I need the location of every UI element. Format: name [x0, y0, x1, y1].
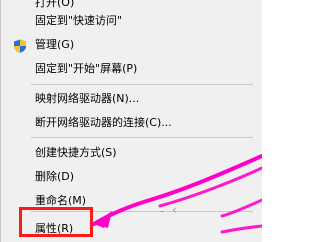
menu-item-label: 管理(G): [35, 38, 75, 51]
menu-item-pin-start[interactable]: 固定到"开始"屏幕(P): [1, 58, 263, 80]
menu-item-label: 固定到"开始"屏幕(P): [35, 62, 138, 75]
menu-item-label: 断开网络驱动器的连接(C)...: [35, 116, 172, 129]
menu-item-label: 映射网络驱动器(N)...: [35, 92, 140, 105]
menu-item-label: 固定到"快速访问": [35, 14, 123, 27]
menu-item-label: 创建快捷方式(S): [35, 146, 117, 159]
menu-separator: [31, 84, 253, 85]
menu-separator: [31, 137, 253, 138]
context-menu: 打开(O) 固定到"快速访问" 管理(G) 固定到"开始"屏幕(P) 映射网络驱…: [0, 0, 262, 242]
uac-shield-icon: [14, 39, 26, 53]
menu-item-map-network-drive[interactable]: 映射网络驱动器(N)...: [1, 88, 263, 110]
menu-item-pin-quick-access[interactable]: 固定到"快速访问": [1, 10, 263, 32]
cursor-trace: -: [160, 204, 165, 218]
menu-item-delete[interactable]: 删除(D): [1, 166, 263, 188]
menu-item-manage[interactable]: 管理(G): [1, 34, 263, 56]
menu-item-label: 删除(D): [35, 170, 75, 183]
menu-item-disconnect-network-drive[interactable]: 断开网络驱动器的连接(C)...: [1, 112, 263, 134]
cursor-trace: ‹: [172, 203, 177, 217]
properties-highlight-box: [19, 207, 93, 237]
menu-item-create-shortcut[interactable]: 创建快捷方式(S): [1, 142, 263, 164]
